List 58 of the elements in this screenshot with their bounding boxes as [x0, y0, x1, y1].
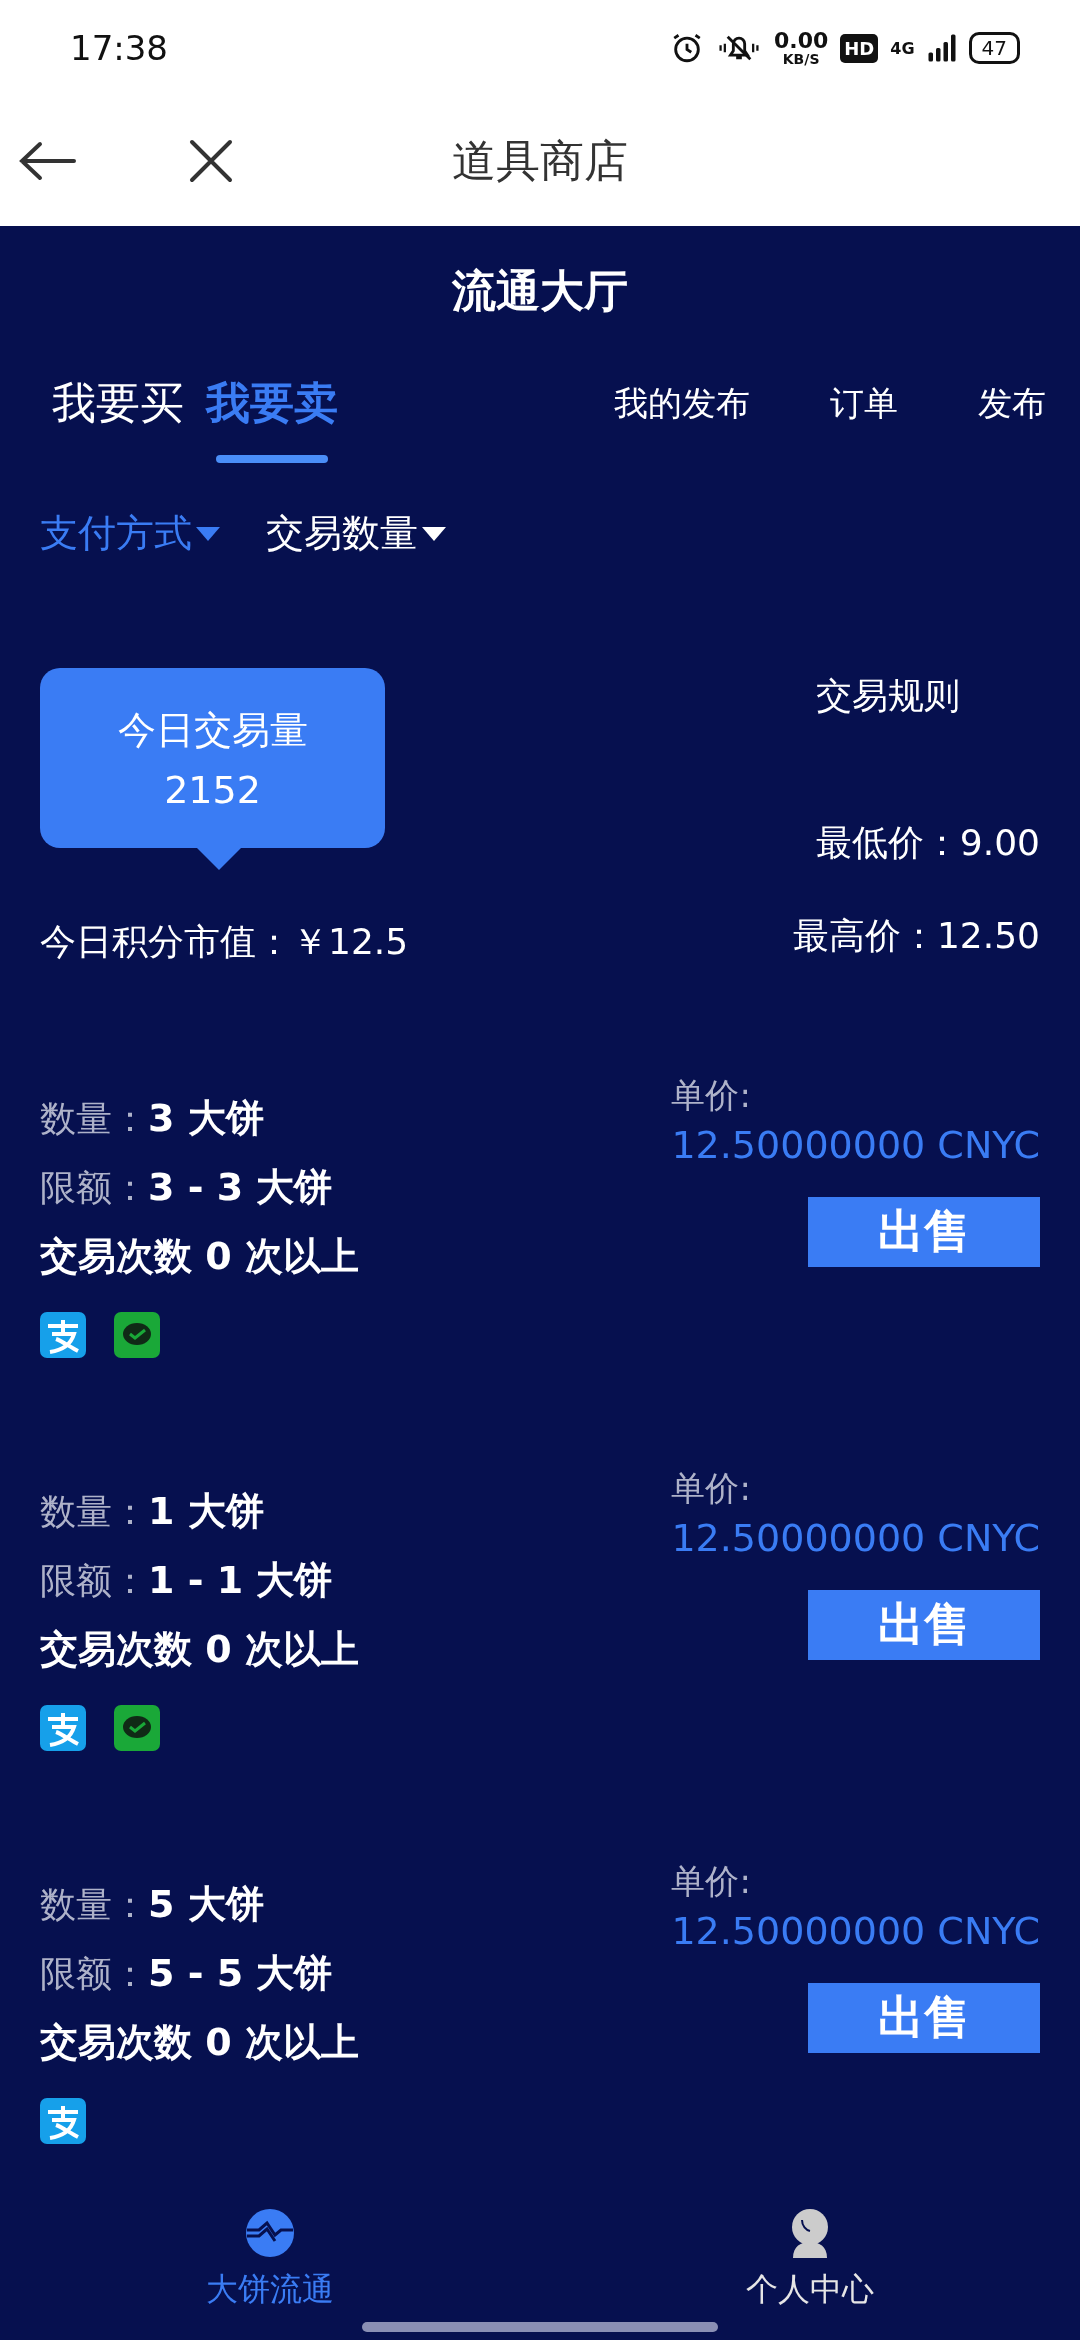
filter-dropdown[interactable]: 交易数量: [266, 508, 446, 559]
header-link[interactable]: 发布: [978, 380, 1046, 427]
alipay-icon: [40, 2098, 86, 2144]
max-price: 最高价：12.50: [792, 914, 1040, 958]
signal-icon: [926, 33, 957, 63]
trade-count: 交易次数 0 次以上: [40, 1233, 359, 1280]
bottom-nav-item[interactable]: 大饼流通: [146, 2208, 394, 2312]
quantity-value: 5 大饼: [148, 1881, 264, 1928]
battery-indicator: 47: [968, 32, 1020, 64]
volume-label: 今日交易量: [117, 706, 308, 754]
hd-badge: HD: [840, 33, 879, 63]
unit-price: 12.50000000 CNYC: [671, 1909, 1040, 1953]
limit-value: 5 - 5 大饼: [148, 1950, 333, 1997]
quantity-value: 1 大饼: [148, 1488, 264, 1535]
filter-dropdown[interactable]: 支付方式: [40, 508, 220, 559]
unit-price: 12.50000000 CNYC: [671, 1123, 1040, 1167]
min-price: 最低价：9.00: [815, 821, 1040, 865]
field-label: 数量：: [40, 1490, 148, 1534]
status-time: 17:38: [70, 28, 168, 68]
limit-value: 3 - 3 大饼: [148, 1164, 333, 1211]
section-title: 流通大厅: [452, 264, 628, 318]
field-label: 数量：: [40, 1883, 148, 1927]
header-link[interactable]: 订单: [830, 380, 898, 427]
limit-value: 1 - 1 大饼: [148, 1557, 333, 1604]
tab[interactable]: 我要买: [52, 374, 184, 463]
volume-value: 2152: [164, 767, 261, 812]
rules-link[interactable]: 交易规则: [816, 672, 960, 721]
market-value: 今日积分市值：￥12.5: [40, 920, 409, 964]
close-icon[interactable]: [188, 138, 234, 184]
alipay-icon: [40, 1312, 86, 1358]
unit-price: 12.50000000 CNYC: [671, 1516, 1040, 1560]
wechat-pay-icon: [114, 1705, 160, 1751]
field-label: 限额：: [40, 1952, 148, 1996]
speed-unit: KB/S: [782, 52, 820, 66]
sell-button[interactable]: 出售: [808, 1983, 1040, 2053]
network-type: 4G: [890, 38, 915, 58]
field-label: 限额：: [40, 1559, 148, 1603]
bottom-nav-item[interactable]: 个人中心: [686, 2208, 934, 2312]
wechat-pay-icon: [114, 1312, 160, 1358]
price-label: 单价:: [671, 1860, 751, 1903]
sell-button[interactable]: 出售: [808, 1590, 1040, 1660]
price-label: 单价:: [671, 1467, 751, 1510]
sell-button[interactable]: 出售: [808, 1197, 1040, 1267]
trade-count: 交易次数 0 次以上: [40, 2019, 359, 2066]
field-label: 数量：: [40, 1097, 148, 1141]
page-title: 道具商店: [452, 133, 628, 188]
back-icon[interactable]: [18, 141, 78, 181]
header-link[interactable]: 我的发布: [614, 380, 750, 427]
price-label: 单价:: [671, 1074, 751, 1117]
wave-icon: [245, 2208, 295, 2258]
caret-icon: [196, 525, 220, 542]
alipay-icon: [40, 1705, 86, 1751]
trade-count: 交易次数 0 次以上: [40, 1626, 359, 1673]
speed-value: 0.00: [774, 30, 829, 52]
field-label: 限额：: [40, 1166, 148, 1210]
quantity-value: 3 大饼: [148, 1095, 264, 1142]
caret-icon: [422, 525, 446, 542]
tab[interactable]: 我要卖: [206, 374, 338, 463]
